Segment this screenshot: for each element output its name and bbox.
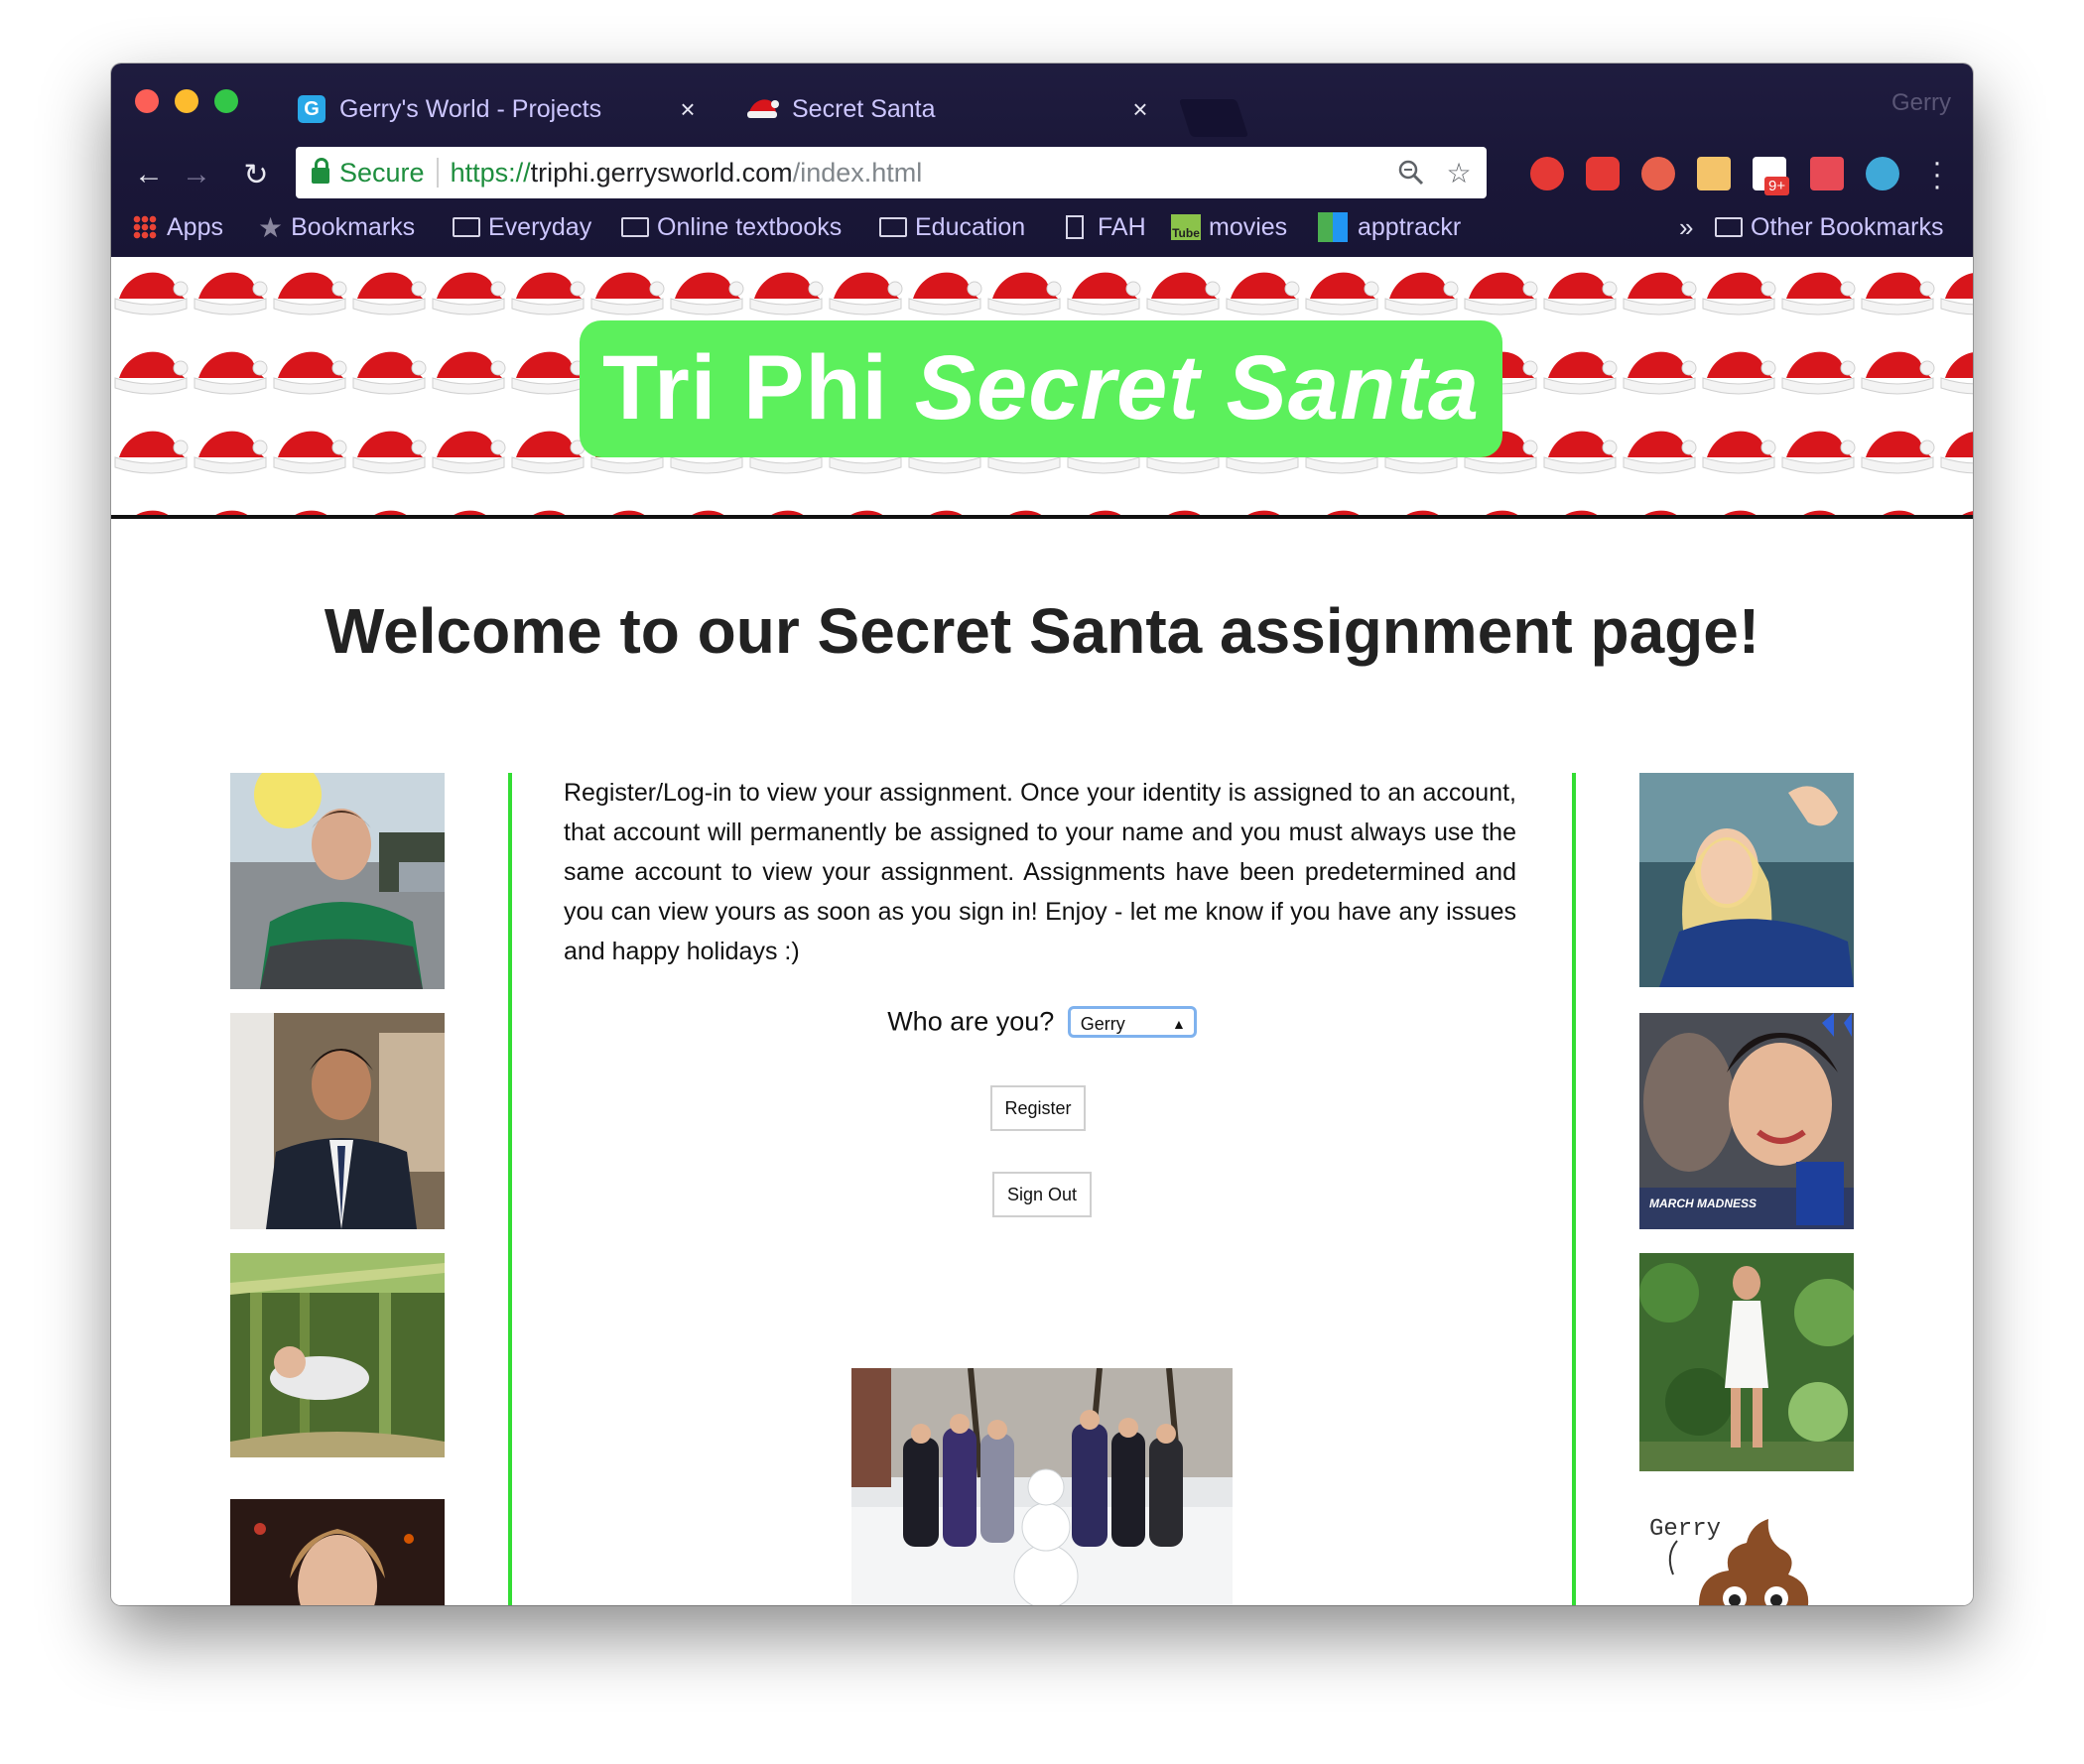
extension-badge: 9+ <box>1764 177 1790 195</box>
member-photo-5 <box>1639 773 1854 987</box>
file-icon <box>1066 215 1084 239</box>
banner-title-plain: Tri Phi <box>601 337 915 439</box>
face-extension-icon[interactable] <box>1697 157 1731 190</box>
bookmark-label: Education <box>915 212 1026 241</box>
bookmark-everyday[interactable]: Everyday <box>453 202 591 252</box>
bookmark-label: apptrackr <box>1358 212 1462 241</box>
page-title: Welcome to our Secret Santa assignment p… <box>324 595 1760 667</box>
globe-extension-icon[interactable] <box>1866 157 1899 190</box>
member-photo-3 <box>230 1253 445 1457</box>
g-favicon-icon: G <box>298 95 326 123</box>
close-tab-icon[interactable]: × <box>1125 94 1155 125</box>
bookmark-label: movies <box>1209 212 1288 241</box>
zoom-icon[interactable] <box>1391 153 1431 192</box>
close-tab-icon[interactable]: × <box>673 94 703 125</box>
address-separator <box>436 158 439 188</box>
bookmarks-overflow-icon[interactable]: » <box>1679 202 1693 252</box>
santa-hat-banner: Tri Phi Secret Santa <box>111 257 1973 519</box>
bookmark-movies[interactable]: Tube movies <box>1171 202 1287 252</box>
browser-chrome: G Gerry's World - Projects × Secret Sant… <box>111 63 1973 257</box>
address-bar[interactable]: Secure https:// triphi.gerrysworld.com /… <box>296 147 1487 198</box>
bookmark-online-textbooks[interactable]: Online textbooks <box>621 202 842 252</box>
folder-icon <box>879 217 907 237</box>
left-divider <box>508 773 512 1605</box>
bookmark-fah[interactable]: FAH <box>1066 202 1146 252</box>
poop-caption: Gerry <box>1649 1516 1721 1543</box>
new-tab-button[interactable] <box>1178 99 1249 137</box>
member-photo-2 <box>230 1013 445 1229</box>
tab-title: Gerry's World - Projects <box>339 94 602 123</box>
bookmark-education[interactable]: Education <box>879 202 1025 252</box>
apptrackr-icon <box>1318 212 1348 242</box>
banner-title-italic: Secret Santa <box>914 337 1481 439</box>
tab-secret-santa[interactable]: Secret Santa × <box>732 77 1169 141</box>
identity-select[interactable]: Gerry ▲ <box>1067 1005 1197 1038</box>
secure-label: Secure <box>339 157 425 188</box>
maximize-window-button[interactable] <box>214 89 238 113</box>
star-icon: ★ <box>258 211 284 243</box>
bookmark-apptrackr[interactable]: apptrackr <box>1318 202 1461 252</box>
tab-gerrys-world[interactable]: G Gerry's World - Projects × <box>280 77 716 141</box>
lock-icon <box>312 158 329 184</box>
bookmark-label: Online textbooks <box>657 212 843 241</box>
reload-icon[interactable]: ↻ <box>236 155 276 194</box>
member-photo-1 <box>230 773 445 989</box>
santa-hat-icon <box>747 99 779 118</box>
bookmark-other-bookmarks[interactable]: Other Bookmarks <box>1715 202 1944 252</box>
intro-paragraph: Register/Log-in to view your assignment.… <box>564 779 1516 965</box>
folder-icon <box>453 217 480 237</box>
march-madness-logo-text: MARCH MADNESS <box>1649 1197 1757 1210</box>
url-path: /index.html <box>792 157 923 188</box>
adblock-extension-icon[interactable] <box>1530 157 1564 190</box>
who-are-you-label: Who are you? <box>887 1006 1055 1037</box>
poop-emoji-cartoon: Gerry <box>1639 1505 1854 1605</box>
bookmark-label: Other Bookmarks <box>1751 212 1944 241</box>
url-host: triphi.gerrysworld.com <box>530 157 793 188</box>
browser-window: G Gerry's World - Projects × Secret Sant… <box>111 63 1973 1605</box>
bookmark-label: Everyday <box>488 212 592 241</box>
url-scheme: https:// <box>450 157 531 188</box>
profile-name[interactable]: Gerry <box>1891 89 1951 117</box>
folder-icon <box>621 217 649 237</box>
bookmarks-bar: Apps ★ Bookmarks Everyday Online textboo… <box>111 202 1973 252</box>
tab-title: Secret Santa <box>792 94 936 123</box>
bookmark-label: Apps <box>167 212 223 241</box>
back-icon[interactable]: ← <box>129 155 169 194</box>
bookmark-label: FAH <box>1098 212 1146 241</box>
close-window-button[interactable] <box>135 89 159 113</box>
right-divider <box>1572 773 1576 1605</box>
select-arrows-icon: ▲ <box>1171 1015 1186 1032</box>
pocket-extension-icon[interactable] <box>1641 157 1675 190</box>
apps-grid-icon <box>133 215 157 239</box>
member-photo-7 <box>1639 1253 1854 1471</box>
sign-out-button[interactable]: Sign Out <box>992 1172 1092 1217</box>
group-snowman-photo <box>851 1368 1233 1605</box>
tube-icon: Tube <box>1171 214 1201 240</box>
banner-title: Tri Phi Secret Santa <box>580 320 1502 457</box>
bookmark-apps[interactable]: Apps <box>133 202 223 252</box>
stack-extension-icon[interactable] <box>1810 157 1844 190</box>
forward-icon[interactable]: → <box>177 155 216 194</box>
browser-menu-icon[interactable]: · · · <box>1929 148 1945 201</box>
minimize-window-button[interactable] <box>175 89 198 113</box>
bookmark-star-icon[interactable]: ☆ <box>1439 153 1479 192</box>
register-button[interactable]: Register <box>990 1085 1086 1131</box>
web-page: Tri Phi Secret Santa Welcome to our Secr… <box>111 257 1973 1605</box>
youtube-extension-icon[interactable] <box>1586 157 1620 190</box>
folder-icon <box>1715 217 1743 237</box>
bookmark-bookmarks[interactable]: ★ Bookmarks <box>258 202 415 252</box>
identity-select-value: Gerry <box>1080 1013 1125 1034</box>
member-photo-6: MARCH MADNESS <box>1639 1013 1854 1229</box>
member-photo-4 <box>230 1499 445 1605</box>
bookmark-label: Bookmarks <box>291 212 416 241</box>
